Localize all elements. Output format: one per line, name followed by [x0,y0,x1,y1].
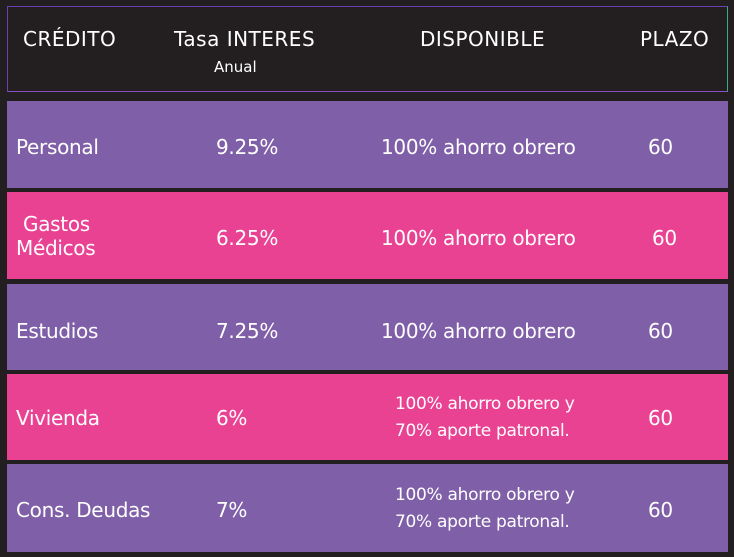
cell-plazo: 60 [652,226,677,250]
cell-credito: Estudios [16,319,99,343]
credit-table: CRÉDITO Tasa INTERES Anual DISPONIBLE PL… [0,0,734,557]
cell-credito: Gastos Médicos [16,212,96,260]
cell-disponible: 100% ahorro obrero y 70% aporte patronal… [395,482,575,536]
header-tasa-anual: Anual [214,58,257,76]
cell-tasa: 6.25% [216,226,279,250]
cell-disponible-line2: 70% aporte patronal. [395,421,570,441]
cell-disponible: 100% ahorro obrero y 70% aporte patronal… [395,391,575,445]
cell-disponible: 100% ahorro obrero [381,319,576,343]
cell-credito: Cons. Deudas [16,498,151,522]
cell-credito-line2: Médicos [16,236,96,260]
table-row: Cons. Deudas 7% 100% ahorro obrero y 70%… [7,464,728,552]
cell-disponible: 100% ahorro obrero [381,226,576,250]
table-row: Gastos Médicos 6.25% 100% ahorro obrero … [7,192,728,279]
table-row: Personal 9.25% 100% ahorro obrero 60 [7,101,728,188]
cell-credito: Vivienda [16,406,100,430]
header-plazo: PLAZO [640,27,710,51]
header-credito: CRÉDITO [23,27,117,51]
table-row: Vivienda 6% 100% ahorro obrero y 70% apo… [7,374,728,460]
header-disponible: DISPONIBLE [420,27,546,51]
cell-disponible-line1: 100% ahorro obrero y [395,394,575,414]
cell-tasa: 7% [216,498,248,522]
cell-disponible: 100% ahorro obrero [381,135,576,159]
cell-tasa: 7.25% [216,319,279,343]
cell-plazo: 60 [648,319,673,343]
cell-plazo: 60 [648,498,673,522]
cell-tasa: 9.25% [216,135,279,159]
cell-credito: Personal [16,135,99,159]
table-row: Estudios 7.25% 100% ahorro obrero 60 [7,284,728,370]
cell-disponible-line2: 70% aporte patronal. [395,512,570,532]
cell-plazo: 60 [648,406,673,430]
table-header: CRÉDITO Tasa INTERES Anual DISPONIBLE PL… [7,6,728,92]
header-tasa-interes: Tasa INTERES [174,27,316,51]
cell-credito-line1: Gastos [23,212,90,236]
cell-disponible-line1: 100% ahorro obrero y [395,485,575,505]
cell-tasa: 6% [216,406,248,430]
cell-plazo: 60 [648,135,673,159]
